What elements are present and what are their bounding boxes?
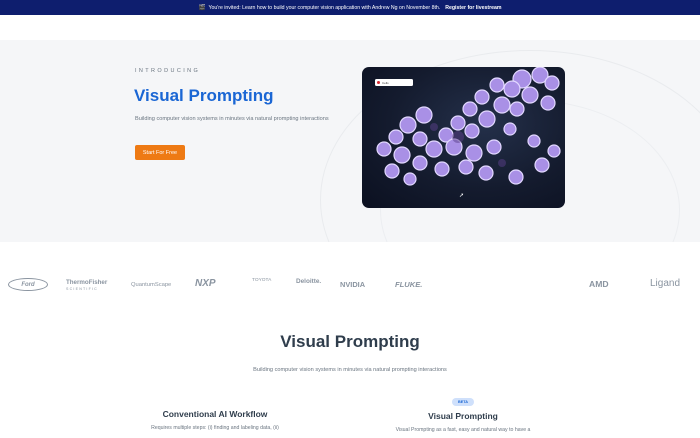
clapperboard-icon: 🎬 xyxy=(198,4,206,11)
announcement-text: You're invited: Learn how to build your … xyxy=(208,4,441,11)
visual-prompting-column-text: Visual Prompting as a fast, easy and nat… xyxy=(395,427,531,433)
class-label-text: Cells xyxy=(382,80,389,85)
class-label-chip[interactable]: Cells xyxy=(375,79,413,86)
conventional-workflow-text: Requires multiple steps: (i) finding and… xyxy=(151,425,279,431)
hero-title: Visual Prompting xyxy=(134,86,274,105)
thermofisher-scientific-logo: SCIENTIFIC xyxy=(66,287,98,291)
hero-section xyxy=(0,40,700,242)
deloitte-logo: Deloitte. xyxy=(296,278,322,285)
toyota-logo: TOYOTA xyxy=(252,278,272,283)
amd-logo: AMD xyxy=(589,279,609,289)
cursor-icon: ➚ xyxy=(459,193,465,199)
ligand-logo: Ligand xyxy=(650,278,681,289)
section-title: Visual Prompting xyxy=(280,332,420,351)
nxp-logo: NXP xyxy=(195,278,216,289)
thermofisher-logo: ThermoFisher xyxy=(66,279,108,286)
announcement-banner: 🎬 You're invited: Learn how to build you… xyxy=(0,0,700,15)
class-color-dot xyxy=(377,81,380,84)
beta-badge: BETA xyxy=(452,398,474,406)
ford-logo: Ford xyxy=(8,278,48,291)
visual-prompting-column-title: Visual Prompting xyxy=(428,411,498,421)
register-livestream-link[interactable]: Register for livestream xyxy=(445,5,501,11)
nvidia-logo: NVIDIA xyxy=(340,280,366,289)
start-for-free-button[interactable]: Start For Free xyxy=(135,145,185,160)
quantumscape-logo: QuantumScape xyxy=(131,282,172,288)
section-subtitle: Building computer vision systems in minu… xyxy=(253,367,447,373)
cells-demo-video[interactable]: Cells ➚ xyxy=(362,67,565,208)
customer-logos: Ford ThermoFisher SCIENTIFIC QuantumScap… xyxy=(0,270,700,300)
hero-subtitle: Building computer vision systems in minu… xyxy=(135,116,329,122)
hero-eyebrow: INTRODUCING xyxy=(135,68,201,74)
fluke-logo: FLUKE. xyxy=(395,280,423,289)
cells-microscopy-image xyxy=(376,67,561,186)
conventional-workflow-title: Conventional AI Workflow xyxy=(162,409,268,419)
